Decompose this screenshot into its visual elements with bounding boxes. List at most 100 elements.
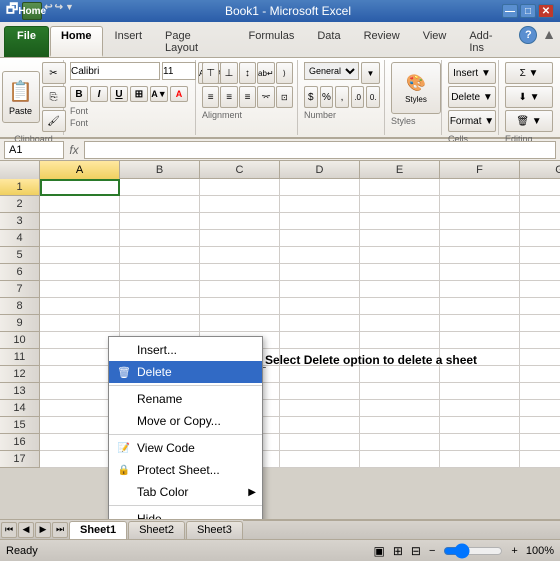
sheet-nav-last[interactable]: ⏭ bbox=[52, 522, 68, 538]
cell-F17[interactable] bbox=[440, 451, 520, 468]
tab-insert[interactable]: Insert bbox=[104, 26, 154, 57]
cell-G9[interactable] bbox=[520, 315, 560, 332]
cell-E3[interactable] bbox=[360, 213, 440, 230]
decrease-decimal-button[interactable]: 0. bbox=[366, 86, 380, 108]
cell-D9[interactable] bbox=[280, 315, 360, 332]
cell-A6[interactable] bbox=[40, 264, 120, 281]
cell-B4[interactable] bbox=[120, 230, 200, 247]
cell-A5[interactable] bbox=[40, 247, 120, 264]
row-header-11[interactable]: 11 bbox=[0, 349, 40, 366]
font-color-button[interactable]: A bbox=[170, 86, 188, 102]
cell-D1[interactable] bbox=[280, 179, 360, 196]
menu-item-hide[interactable]: Hide bbox=[109, 508, 262, 519]
col-header-G[interactable]: G bbox=[520, 161, 560, 179]
file-menu-btn[interactable]: Home bbox=[22, 2, 42, 20]
cell-E9[interactable] bbox=[360, 315, 440, 332]
tab-page-layout[interactable]: Page Layout bbox=[154, 26, 236, 57]
align-center-button[interactable]: ≡ bbox=[220, 86, 237, 108]
tab-formulas[interactable]: Formulas bbox=[238, 26, 306, 57]
fill-button[interactable]: ⬇ ▼ bbox=[505, 86, 553, 108]
cell-E8[interactable] bbox=[360, 298, 440, 315]
collapse-ribbon-button[interactable]: ▲ bbox=[538, 26, 560, 57]
zoom-slider[interactable] bbox=[443, 547, 503, 555]
cell-B8[interactable] bbox=[120, 298, 200, 315]
cell-E6[interactable] bbox=[360, 264, 440, 281]
cell-F8[interactable] bbox=[440, 298, 520, 315]
cell-B6[interactable] bbox=[120, 264, 200, 281]
row-header-4[interactable]: 4 bbox=[0, 230, 40, 247]
cell-A8[interactable] bbox=[40, 298, 120, 315]
cell-D4[interactable] bbox=[280, 230, 360, 247]
cell-D8[interactable] bbox=[280, 298, 360, 315]
cell-D5[interactable] bbox=[280, 247, 360, 264]
menu-item-insert[interactable]: Insert... bbox=[109, 339, 262, 361]
comma-button[interactable]: , bbox=[335, 86, 349, 108]
cell-E16[interactable] bbox=[360, 434, 440, 451]
cell-E17[interactable] bbox=[360, 451, 440, 468]
row-header-3[interactable]: 3 bbox=[0, 213, 40, 230]
row-header-9[interactable]: 9 bbox=[0, 315, 40, 332]
row-header-14[interactable]: 14 bbox=[0, 400, 40, 417]
align-left-button[interactable]: ≡ bbox=[202, 86, 219, 108]
cell-A9[interactable] bbox=[40, 315, 120, 332]
cell-E12[interactable] bbox=[360, 366, 440, 383]
row-header-13[interactable]: 13 bbox=[0, 383, 40, 400]
row-header-15[interactable]: 15 bbox=[0, 417, 40, 434]
cell-F9[interactable] bbox=[440, 315, 520, 332]
cell-G1[interactable] bbox=[520, 179, 560, 196]
tab-addins[interactable]: Add-Ins bbox=[458, 26, 517, 57]
row-header-5[interactable]: 5 bbox=[0, 247, 40, 264]
increase-decimal-button[interactable]: .0 bbox=[351, 86, 365, 108]
cell-G6[interactable] bbox=[520, 264, 560, 281]
cell-F10[interactable] bbox=[440, 332, 520, 349]
cell-D2[interactable] bbox=[280, 196, 360, 213]
cell-B2[interactable] bbox=[120, 196, 200, 213]
cell-C6[interactable] bbox=[200, 264, 280, 281]
cell-D10[interactable] bbox=[280, 332, 360, 349]
cut-button[interactable]: ✂ bbox=[42, 62, 66, 84]
cell-C7[interactable] bbox=[200, 281, 280, 298]
cell-E10[interactable] bbox=[360, 332, 440, 349]
insert-cells-button[interactable]: Insert ▼ bbox=[448, 62, 496, 84]
minimize-button[interactable]: — bbox=[502, 4, 518, 18]
format-cells-button[interactable]: Format ▼ bbox=[448, 110, 496, 132]
wrap-text-button[interactable]: ⌤ bbox=[257, 86, 274, 108]
cell-F16[interactable] bbox=[440, 434, 520, 451]
cell-F2[interactable] bbox=[440, 196, 520, 213]
cell-E7[interactable] bbox=[360, 281, 440, 298]
tab-view[interactable]: View bbox=[412, 26, 458, 57]
number-format-select[interactable]: General bbox=[304, 62, 359, 80]
border-button[interactable]: ⊞ bbox=[130, 86, 148, 102]
row-header-10[interactable]: 10 bbox=[0, 332, 40, 349]
cell-A1[interactable] bbox=[40, 179, 120, 196]
cell-F14[interactable] bbox=[440, 400, 520, 417]
cell-C2[interactable] bbox=[200, 196, 280, 213]
align-middle-button[interactable]: ⊥ bbox=[220, 62, 237, 84]
menu-item-rename[interactable]: Rename bbox=[109, 388, 262, 410]
align-right-button[interactable]: ≡ bbox=[239, 86, 256, 108]
cell-F15[interactable] bbox=[440, 417, 520, 434]
cell-D17[interactable] bbox=[280, 451, 360, 468]
tab-review[interactable]: Review bbox=[353, 26, 411, 57]
cell-C4[interactable] bbox=[200, 230, 280, 247]
name-box-input[interactable] bbox=[4, 141, 64, 159]
menu-item-protectsheet[interactable]: 🔒 Protect Sheet... bbox=[109, 459, 262, 481]
cell-F5[interactable] bbox=[440, 247, 520, 264]
underline-button[interactable]: U bbox=[110, 86, 128, 102]
cell-E14[interactable] bbox=[360, 400, 440, 417]
cell-D3[interactable] bbox=[280, 213, 360, 230]
tab-home[interactable]: Home bbox=[50, 26, 103, 57]
cell-B5[interactable] bbox=[120, 247, 200, 264]
cell-G5[interactable] bbox=[520, 247, 560, 264]
conditional-formatting-button[interactable]: 🎨 Styles bbox=[391, 62, 441, 114]
cell-G4[interactable] bbox=[520, 230, 560, 247]
col-header-C[interactable]: C bbox=[200, 161, 280, 179]
italic-button[interactable]: I bbox=[90, 86, 108, 102]
cell-A4[interactable] bbox=[40, 230, 120, 247]
help-button[interactable]: ? bbox=[519, 26, 537, 44]
cell-D7[interactable] bbox=[280, 281, 360, 298]
cell-F1[interactable] bbox=[440, 179, 520, 196]
row-header-1[interactable]: 1 bbox=[0, 179, 40, 196]
indent-button[interactable]: ⟩ bbox=[276, 62, 293, 84]
cell-F7[interactable] bbox=[440, 281, 520, 298]
